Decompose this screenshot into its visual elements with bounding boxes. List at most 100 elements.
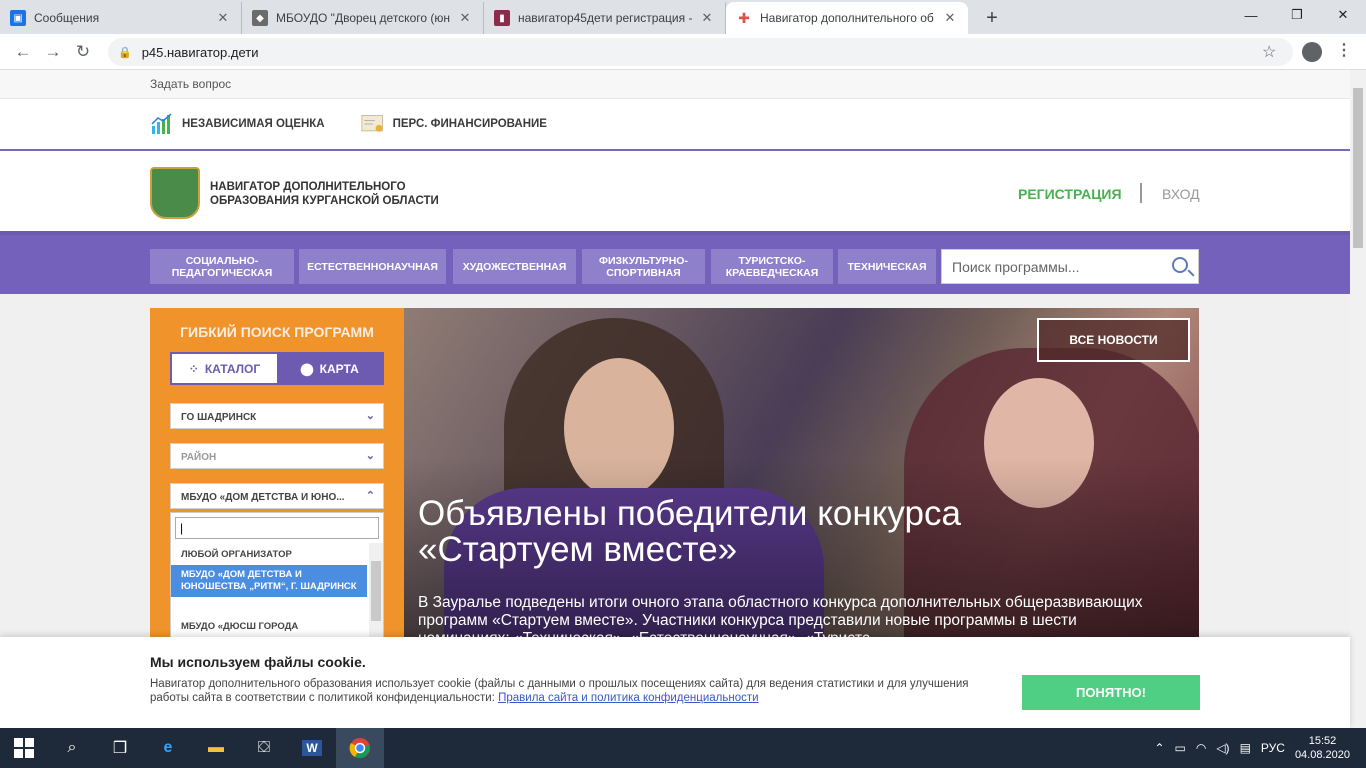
cookie-title: Мы используем файлы cookie. <box>150 654 366 670</box>
news-headline[interactable]: Объявлены победители конкурса «Стартуем … <box>418 496 1078 568</box>
dropdown-option[interactable]: МБУДО «ДЮСШ ГОРОДА <box>171 617 367 637</box>
select-value: ГО ШАДРИНСК <box>181 412 257 423</box>
category-label: ПЕДАГОГИЧЕСКАЯ <box>171 266 273 279</box>
reload-icon[interactable]: ↻ <box>68 42 98 62</box>
windows-start-icon[interactable] <box>0 728 48 768</box>
category-technical[interactable]: ТЕХНИЧЕСКАЯ <box>838 249 936 284</box>
catalog-tab[interactable]: ⁘ КАТАЛОГ <box>172 354 277 383</box>
file-explorer-icon[interactable]: ▬ <box>192 728 240 768</box>
all-news-button[interactable]: ВСЕ НОВОСТИ <box>1037 318 1190 362</box>
cookie-text: Навигатор дополнительного образования ис… <box>150 677 1000 705</box>
select-value: МБУДО «ДОМ ДЕТСТВА И ЮНО... <box>181 492 345 503</box>
url-field[interactable]: 🔒 р45.навигатор.дети <box>108 38 1293 66</box>
tab-registration[interactable]: ▮ навигатор45дети регистрация - ✕ <box>484 2 726 34</box>
program-search-input[interactable]: Поиск программы... <box>941 249 1199 284</box>
certificate-icon <box>361 115 383 132</box>
wifi-icon[interactable]: ◠ <box>1196 741 1206 755</box>
language-indicator[interactable]: РУС <box>1261 741 1285 755</box>
personal-financing-link[interactable]: ПЕРС. ФИНАНСИРОВАНИЕ <box>361 112 547 136</box>
close-window-icon[interactable]: ✕ <box>1320 0 1366 30</box>
lock-icon: 🔒 <box>118 46 132 59</box>
task-view-icon[interactable]: ❒ <box>96 728 144 768</box>
category-label: КРАЕВЕДЧЕСКАЯ <box>725 266 819 279</box>
chevron-down-icon: ⌄ <box>365 410 375 422</box>
tab-close-icon[interactable]: ✕ <box>457 10 473 26</box>
municipality-select[interactable]: ГО ШАДРИНСК ⌄ <box>170 403 384 429</box>
word-icon[interactable]: W <box>288 728 336 768</box>
system-tray: ⌃ ▭ ◠ ◁) ▤ РУС 15:52 04.08.2020 <box>1154 728 1366 768</box>
search-icon[interactable]: ⌕ <box>48 728 96 768</box>
site-brand[interactable]: НАВИГАТОР ДОПОЛНИТЕЛЬНОГО ОБРАЗОВАНИЯ КУ… <box>210 180 439 208</box>
notification-icon[interactable]: ▤ <box>1240 741 1251 755</box>
search-icon[interactable] <box>1172 257 1188 273</box>
district-select[interactable]: РАЙОН ⌄ <box>170 443 384 469</box>
independent-assessment-link[interactable]: НЕЗАВИСИМАЯ ОЦЕНКА <box>150 112 325 136</box>
browser-menu-icon[interactable]: ⋮ <box>1336 40 1352 60</box>
accept-cookies-button[interactable]: ПОНЯТНО! <box>1022 675 1200 710</box>
dropdown-scrollbar[interactable] <box>369 543 383 641</box>
region-coat-of-arms-logo[interactable] <box>150 167 200 219</box>
brand-line1: НАВИГАТОР ДОПОЛНИТЕЛЬНОГО <box>210 181 406 193</box>
ask-question-link[interactable]: Задать вопрос <box>150 77 231 91</box>
tab-title: МБОУДО "Дворец детского (юн <box>276 11 450 25</box>
chrome-icon[interactable] <box>336 728 384 768</box>
back-arrow-icon[interactable]: ← <box>8 42 38 62</box>
bookmark-star-icon[interactable]: ☆ <box>1262 42 1276 62</box>
ask-bar: Задать вопрос <box>0 70 1350 99</box>
filter-title: ГИБКИЙ ПОИСК ПРОГРАММ <box>180 324 374 340</box>
organizer-dropdown: ЛЮБОЙ ОРГАНИЗАТОР МБУДО «ДОМ ДЕТСТВА И Ю… <box>170 512 384 641</box>
chevron-up-icon: ⌃ <box>365 490 375 502</box>
tab-close-icon[interactable]: ✕ <box>215 10 231 26</box>
map-pin-icon: ⬤ <box>300 361 314 376</box>
category-natural-science[interactable]: ЕСТЕСТВЕННОНАУЧНАЯ <box>299 249 446 284</box>
category-label: ХУДОЖЕСТВЕННАЯ <box>462 260 567 273</box>
privacy-policy-link[interactable]: Правила сайта и политика конфиденциально… <box>498 692 758 704</box>
category-bar: СОЦИАЛЬНО- ПЕДАГОГИЧЕСКАЯ ЕСТЕСТВЕННОНАУЧ… <box>0 235 1350 294</box>
clock-time: 15:52 <box>1308 735 1337 747</box>
page-scrollbar[interactable] <box>1350 70 1366 728</box>
messages-favicon-icon: ▣ <box>10 10 26 26</box>
login-link[interactable]: ВХОД <box>1162 186 1200 202</box>
clock[interactable]: 15:52 04.08.2020 <box>1295 734 1350 762</box>
header-divider <box>1140 183 1142 203</box>
dropdown-option-selected[interactable]: МБУДО «ДОМ ДЕТСТВА И ЮНОШЕСТВА „РИТМ“, Г… <box>171 565 367 597</box>
tab-messages[interactable]: ▣ Сообщения ✕ <box>0 2 242 34</box>
category-art[interactable]: ХУДОЖЕСТВЕННАЯ <box>453 249 576 284</box>
register-link[interactable]: РЕГИСТРАЦИЯ <box>1018 186 1122 202</box>
tab-close-icon[interactable]: ✕ <box>699 10 715 26</box>
edge-browser-icon[interactable]: e <box>144 728 192 768</box>
new-tab-button[interactable]: + <box>978 4 1006 32</box>
grid-dots-icon: ⁘ <box>188 361 199 376</box>
minimize-icon[interactable]: — <box>1228 0 1274 30</box>
tab-navigator-active[interactable]: ✚ Навигатор дополнительного об ✕ <box>726 2 968 34</box>
volume-icon[interactable]: ◁) <box>1216 741 1229 755</box>
tab-close-icon[interactable]: ✕ <box>942 10 958 26</box>
dropdown-option[interactable]: ЛЮБОЙ ОРГАНИЗАТОР <box>171 545 367 565</box>
map-label: КАРТА <box>319 361 359 376</box>
tab-dvorets[interactable]: ◆ МБОУДО "Дворец детского (юн ✕ <box>242 2 484 34</box>
catalog-label: КАТАЛОГ <box>204 361 261 376</box>
tab-title: Навигатор дополнительного об <box>760 11 934 25</box>
category-tourism[interactable]: ТУРИСТСКО- КРАЕВЕДЧЕСКАЯ <box>711 249 833 284</box>
site-header: НАВИГАТОР ДОПОЛНИТЕЛЬНОГО ОБРАЗОВАНИЯ КУ… <box>0 151 1350 235</box>
category-sport[interactable]: ФИЗКУЛЬТУРНО- СПОРТИВНАЯ <box>582 249 705 284</box>
scrollbar-thumb[interactable] <box>1353 88 1363 248</box>
maximize-icon[interactable]: ❐ <box>1274 0 1320 30</box>
windows-taskbar: ⌕ ❒ e ▬ ⛋ W ⌃ ▭ ◠ ◁) ▤ РУС 15:52 04.08.2… <box>0 728 1366 768</box>
search-placeholder: Поиск программы... <box>952 258 1080 275</box>
news-banner[interactable]: ВСЕ НОВОСТИ Объявлены победители конкурс… <box>404 308 1199 638</box>
bookmark-favicon-icon: ▮ <box>494 10 510 26</box>
organizer-select[interactable]: МБУДО «ДОМ ДЕТСТВА И ЮНО... ⌃ <box>170 483 384 509</box>
chevron-down-icon: ⌄ <box>365 450 375 462</box>
chevron-up-icon[interactable]: ⌃ <box>1154 741 1164 755</box>
battery-icon[interactable]: ▭ <box>1175 741 1186 755</box>
window-controls: — ❐ ✕ <box>1228 0 1366 30</box>
forward-arrow-icon[interactable]: → <box>38 42 68 62</box>
category-label: СПОРТИВНАЯ <box>606 266 681 279</box>
organizer-search-input[interactable] <box>175 517 379 539</box>
map-tab[interactable]: ⬤ КАРТА <box>277 354 382 383</box>
profile-avatar-icon[interactable] <box>1302 42 1322 62</box>
store-icon[interactable]: ⛋ <box>240 728 288 768</box>
category-social-pedagogical[interactable]: СОЦИАЛЬНО- ПЕДАГОГИЧЕСКАЯ <box>150 249 294 284</box>
address-bar-row: ← → ↻ 🔒 р45.навигатор.дети ☆ ⋮ <box>0 34 1366 70</box>
